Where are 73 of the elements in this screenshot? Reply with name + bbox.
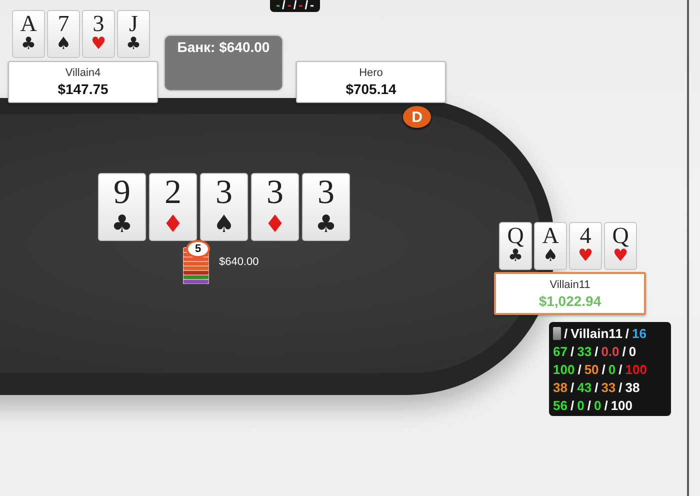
card-rank: 3: [266, 176, 284, 210]
hud-stat: 0: [594, 398, 602, 412]
hud-stat: 100: [610, 398, 633, 412]
hud-separator: /: [594, 344, 598, 358]
hud-separator: /: [570, 344, 574, 358]
player-stack: $705.14: [346, 81, 396, 97]
hud-separator: /: [587, 398, 591, 412]
card-rank: 3: [318, 176, 334, 210]
hud-separator: /: [570, 398, 574, 412]
hud-separator: /: [618, 362, 622, 376]
hud-stat: -: [298, 0, 303, 12]
hud-stat: 0: [577, 398, 584, 412]
card-suit: ♥: [612, 248, 628, 265]
hud-separator: /: [622, 344, 626, 358]
hud-stat: 67: [553, 344, 568, 358]
hud-stat: 43: [577, 380, 592, 394]
hud-separator: /: [564, 326, 568, 340]
player-name: Villain4: [65, 67, 101, 79]
card-rank: 4: [580, 224, 592, 247]
player-stack: $147.75: [58, 81, 108, 97]
hud-stat: 0: [608, 362, 616, 376]
hud-stat: -: [287, 0, 292, 12]
hud-separator: /: [578, 362, 582, 376]
hud-stat: 100: [553, 362, 575, 376]
hud-stat: 38: [625, 380, 640, 394]
hud-stat: 0.0: [601, 344, 620, 358]
hud-separator: /: [618, 380, 622, 394]
player-name: Hero: [359, 67, 383, 79]
player-stack: $1,022.94: [538, 292, 602, 308]
card-rank: A: [20, 12, 37, 35]
hud-stat: 50: [584, 362, 599, 376]
card-suit: ♦: [264, 212, 286, 236]
card-suit: ♣: [111, 212, 133, 236]
hud-separator: /: [594, 380, 598, 394]
hud-separator: /: [604, 398, 608, 412]
bet-amount: $640.00: [219, 256, 259, 268]
hud-separator: /: [293, 0, 297, 12]
card-rank: Q: [507, 224, 524, 247]
hud-stat: 56: [553, 398, 568, 412]
card-rank: J: [129, 12, 138, 35]
card-suit: ♣: [20, 36, 36, 53]
card-suit: ♠: [213, 212, 235, 236]
card-suit: ♥: [90, 36, 106, 53]
hud-separator: /: [625, 326, 630, 340]
card-rank: 7: [58, 12, 70, 35]
hud-separator: /: [570, 380, 574, 394]
player-name: Villain11: [550, 278, 590, 290]
pot-label: Банк: $640.00: [177, 39, 270, 57]
card-suit: ♦: [162, 212, 184, 236]
card-suit: ♣: [315, 212, 337, 236]
card-rank: A: [542, 224, 559, 247]
hud-separator: /: [282, 0, 286, 12]
hud-stat: 0: [628, 344, 636, 358]
hud-stat: 100: [625, 362, 647, 376]
card-suit: ♠: [542, 248, 558, 265]
card-suit: ♠: [56, 36, 72, 53]
card-suit: ♥: [578, 248, 594, 265]
card-rank: Q: [612, 224, 629, 247]
card-rank: 2: [164, 176, 182, 210]
hud-stat: 38: [553, 380, 568, 394]
hud-separator: /: [304, 0, 308, 12]
hud-stat: -: [310, 0, 314, 12]
hud-player: Villain11: [570, 326, 622, 340]
hud-separator: /: [602, 362, 606, 376]
hud-stat: 16: [632, 326, 647, 340]
hud-stat: 33: [601, 380, 616, 394]
card-suit: ♣: [508, 248, 524, 265]
card-suit: ♣: [126, 36, 142, 53]
hud-stat: -: [276, 0, 280, 12]
card-rank: 3: [92, 12, 104, 35]
hud-stat: 33: [577, 344, 592, 358]
card-rank: 9: [114, 176, 130, 210]
card-rank: 3: [216, 176, 232, 210]
